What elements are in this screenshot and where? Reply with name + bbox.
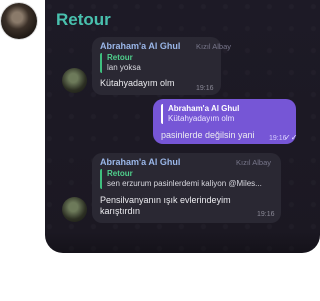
message-text: pasinlerde değilsin yani [161, 130, 255, 140]
message-bubble[interactable]: Abraham'a Al Ghul Kızıl Albay Retour lan… [92, 37, 231, 95]
message-text: Kütahyadayım olm [100, 78, 175, 88]
message-text-line-1: Pensilvanyanın ışık evlerindeyim [100, 195, 231, 205]
outgoing-message-bubble[interactable]: Abraham'a Al Ghul Kütahyadayım olm pasin… [153, 99, 298, 144]
panel-bottom-fade [45, 231, 320, 253]
reply-author: Retour [107, 169, 133, 178]
sender-role: Kızıl Albay [196, 42, 232, 51]
reply-preview[interactable]: Retour sen erzurum pasinlerdemi kaliyon … [100, 169, 279, 189]
reply-text: sen erzurum pasinlerdemi kaliyon @Miles.… [107, 179, 262, 188]
chat-title[interactable]: Retour [56, 10, 111, 30]
sender-avatar[interactable] [62, 197, 87, 222]
message-text-line-2: karıştırdın [100, 206, 141, 216]
read-receipt-icon: ✓✓ [284, 133, 298, 142]
reply-author: Abraham'a Al Ghul [168, 104, 240, 113]
sender-avatar[interactable] [62, 68, 87, 93]
reply-preview[interactable]: Abraham'a Al Ghul Kütahyadayım olm [161, 104, 288, 124]
message-bubble[interactable]: Abraham'a Al Ghul Kızıl Albay Retour sen… [92, 153, 281, 223]
sender-name[interactable]: Abraham'a Al Ghul [100, 157, 180, 167]
chat-panel: Retour Abraham'a Al Ghul Kızıl Albay Ret… [45, 0, 320, 253]
sender-role: Kızıl Albay [236, 158, 272, 167]
sender-name[interactable]: Abraham'a Al Ghul [100, 41, 180, 51]
reply-preview[interactable]: Retour lan yoksa [100, 53, 207, 73]
reply-text: Kütahyadayım olm [168, 114, 235, 123]
reply-text: lan yoksa [107, 63, 141, 72]
chat-avatar[interactable] [1, 3, 37, 39]
message-time: 19:16 [196, 85, 214, 92]
message-time: 19:16 [257, 211, 275, 218]
reply-author: Retour [107, 53, 133, 62]
